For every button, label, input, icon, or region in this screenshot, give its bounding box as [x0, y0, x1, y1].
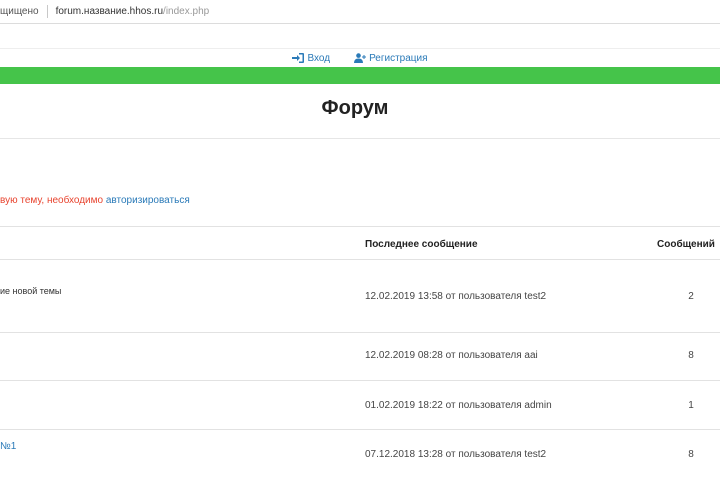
auth-notice-text: вую тему, необходимо [0, 195, 106, 206]
topic-description: ие новой темы [0, 286, 62, 296]
table-row[interactable]: ие новой темы 12.02.2019 13:58 от пользо… [0, 259, 720, 332]
topics-table: Последнее сообщение Сообщений ие новой т… [0, 226, 720, 479]
sign-in-icon [292, 53, 305, 63]
accent-bar [0, 67, 720, 84]
user-plus-icon [354, 53, 367, 63]
last-message-cell: 12.02.2019 08:28 от пользователя aai [365, 350, 538, 361]
url-host: forum.название.hhos.ru [55, 6, 164, 17]
browser-address-bar[interactable]: щищено forum.название.hhos.ru/index.php [0, 0, 720, 24]
top-nav: Вход Регистрация [0, 50, 720, 66]
table-header: Последнее сообщение Сообщений [0, 226, 720, 259]
login-link[interactable]: Вход [292, 53, 330, 64]
title-divider [0, 138, 720, 139]
auth-notice: вую тему, необходимо авторизироваться [0, 195, 190, 206]
topic-link[interactable]: №1 [0, 441, 16, 452]
message-count-cell: 2 [688, 291, 694, 302]
header-last-message: Последнее сообщение [365, 239, 478, 250]
message-count-cell: 8 [688, 449, 694, 460]
table-row[interactable]: №1 07.12.2018 13:28 от пользователя test… [0, 429, 720, 479]
table-row[interactable]: 12.02.2019 08:28 от пользователя aai 8 [0, 332, 720, 380]
login-label: Вход [307, 52, 331, 64]
authorize-link[interactable]: авторизироваться [106, 195, 190, 206]
message-count-cell: 8 [688, 350, 694, 361]
header-message-count: Сообщений [657, 239, 715, 250]
page-title: Форум [321, 97, 389, 119]
last-message-cell: 01.02.2019 18:22 от пользователя admin [365, 400, 552, 411]
url-path: /index.php [163, 6, 210, 17]
last-message-cell: 12.02.2019 13:58 от пользователя test2 [365, 291, 547, 302]
security-status-text: щищено [0, 6, 39, 17]
last-message-cell: 07.12.2018 13:28 от пользователя test2 [365, 449, 547, 460]
message-count-cell: 1 [688, 400, 694, 411]
register-link[interactable]: Регистрация [354, 52, 428, 64]
address-divider [46, 5, 48, 18]
register-label: Регистрация [369, 52, 428, 64]
table-row[interactable]: 01.02.2019 18:22 от пользователя admin 1 [0, 380, 720, 429]
browser-toolbar-strip [0, 25, 720, 49]
